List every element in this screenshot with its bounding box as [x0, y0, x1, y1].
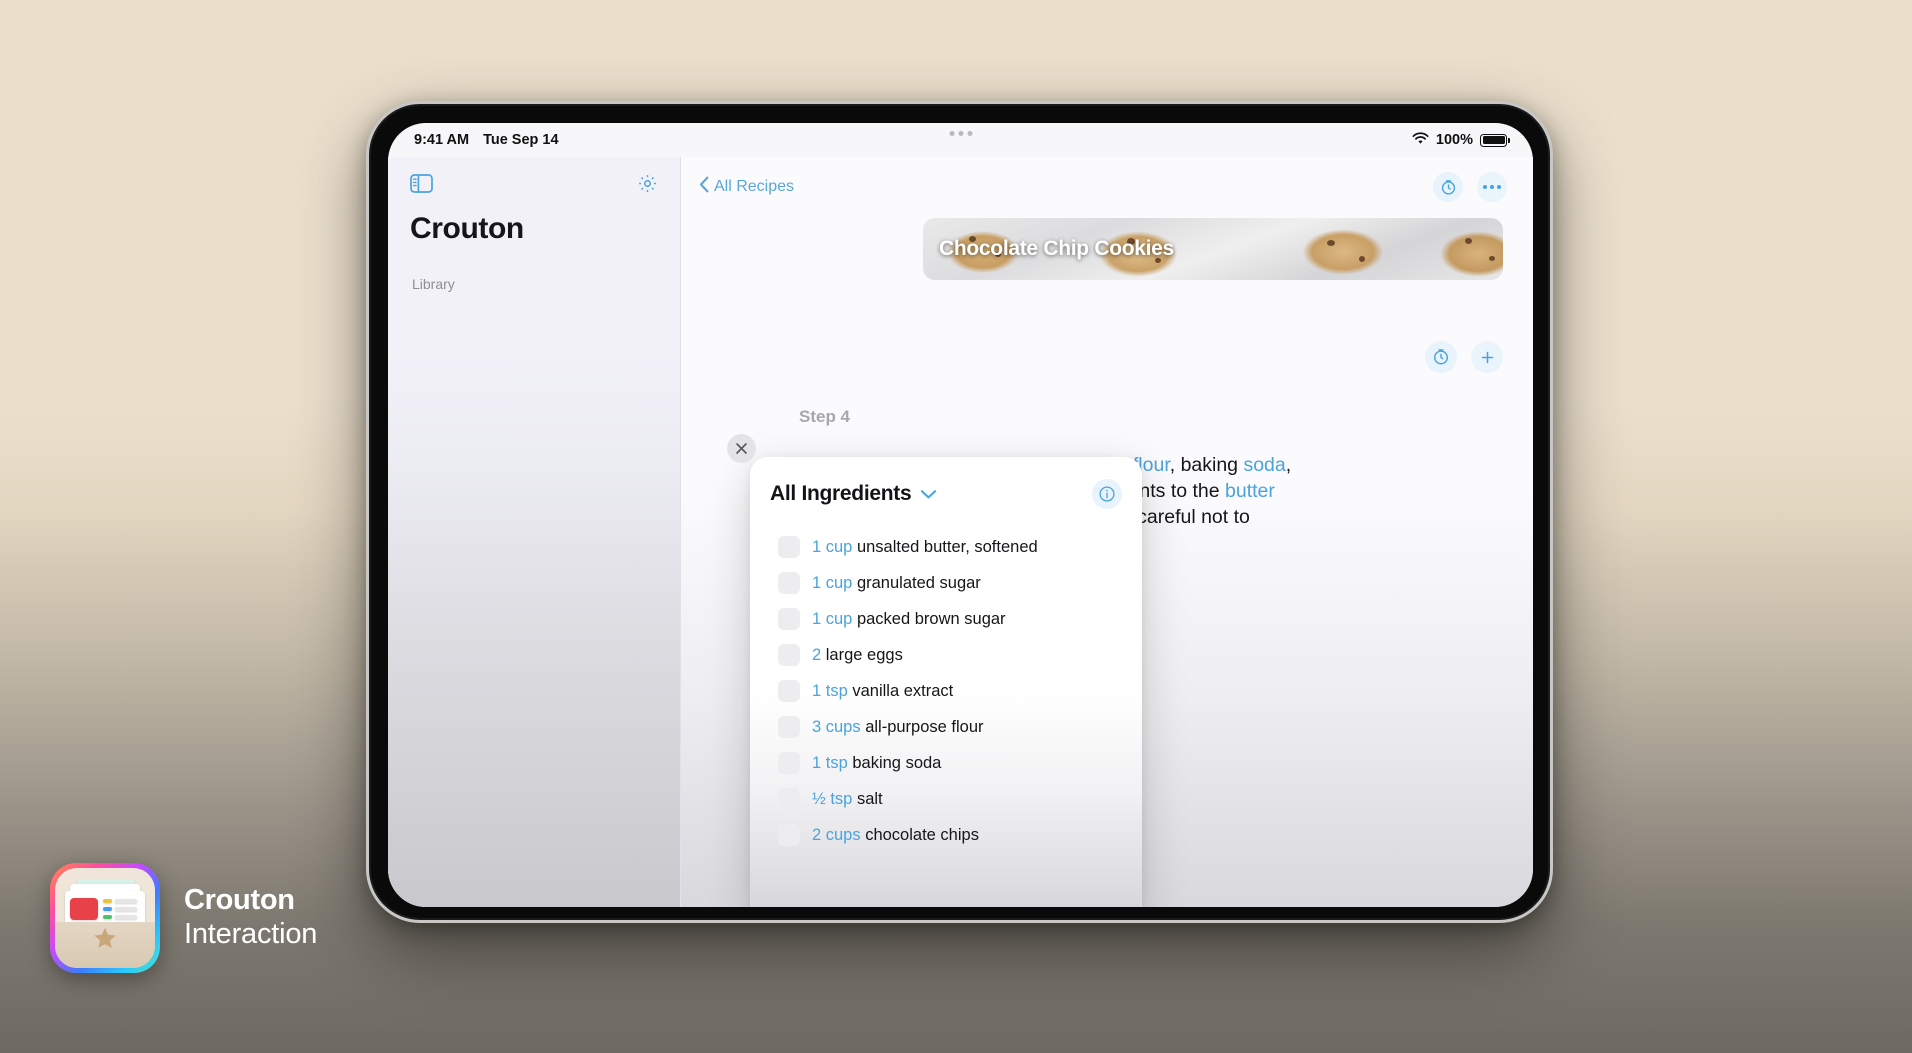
ingredient-label: 1 tsp baking soda — [812, 754, 941, 773]
ingredient-row[interactable]: 1 tsp vanilla extract — [770, 673, 1122, 709]
app-icon-inner — [55, 868, 155, 968]
ingredient-label: 2 large eggs — [812, 646, 903, 665]
sidebar-toolbar — [388, 157, 680, 194]
ingredient-label: ½ tsp salt — [812, 790, 883, 809]
step-ingredient-link[interactable]: soda — [1243, 454, 1285, 476]
ingredient-quantity: 1 cup — [812, 537, 857, 556]
sidebar: Crouton Library — [388, 157, 681, 907]
status-bar-right: 100% — [1412, 131, 1510, 149]
ingredients-title: All Ingredients — [770, 482, 912, 505]
ingredient-quantity: 1 cup — [812, 609, 857, 628]
info-icon[interactable] — [1092, 479, 1122, 509]
ingredient-label: 1 cup packed brown sugar — [812, 610, 1006, 629]
ipad-device: 9:41 AM Tue Sep 14 100% Crouton Library … — [366, 101, 1553, 923]
ingredient-row[interactable]: 1 cup packed brown sugar — [770, 601, 1122, 637]
ingredient-name: granulated sugar — [856, 573, 981, 592]
ingredient-checkbox[interactable] — [778, 680, 800, 702]
sidebar-item-library[interactable]: Library — [400, 268, 668, 300]
ingredient-quantity: 1 cup — [812, 573, 857, 592]
status-bar-left: 9:41 AM Tue Sep 14 — [414, 132, 559, 148]
ingredient-quantity: 1 tsp — [812, 681, 853, 700]
ingredient-label: 3 cups all-purpose flour — [812, 718, 984, 737]
wifi-icon — [1412, 131, 1429, 149]
brand-name: Crouton — [184, 884, 295, 917]
status-date: Tue Sep 14 — [483, 132, 559, 148]
ingredient-checkbox[interactable] — [778, 716, 800, 738]
status-time: 9:41 AM — [414, 132, 470, 148]
ingredient-name: salt — [856, 789, 883, 808]
branding-text: Crouton Interaction — [184, 884, 317, 951]
close-icon[interactable] — [727, 434, 756, 463]
ingredient-quantity: ½ tsp — [812, 789, 857, 808]
ingredients-panel: All Ingredients 1 cup unsalted butter, s… — [727, 434, 1142, 907]
status-bar: 9:41 AM Tue Sep 14 100% — [388, 123, 1533, 157]
detail-toolbar: All Recipes — [681, 157, 1533, 202]
ingredient-row[interactable]: ½ tsp salt — [770, 781, 1122, 817]
ingredient-quantity: 2 — [812, 645, 826, 664]
star-icon — [92, 925, 118, 956]
ingredient-checkbox[interactable] — [778, 572, 800, 594]
multitask-dots-icon[interactable] — [949, 131, 972, 136]
ingredient-quantity: 2 cups — [812, 825, 866, 844]
ingredient-row[interactable]: 2 large eggs — [770, 637, 1122, 673]
step-text-run: , baking — [1169, 454, 1244, 476]
ingredient-label: 2 cups chocolate chips — [812, 826, 979, 845]
back-label: All Recipes — [714, 178, 795, 195]
detail-toolbar-actions — [1433, 172, 1507, 202]
page-title: Crouton — [410, 212, 524, 245]
ingredient-row[interactable]: 1 cup unsalted butter, softened — [770, 529, 1122, 565]
crouton-app-icon — [50, 863, 160, 973]
sidebar-fade — [388, 317, 680, 907]
ingredient-checkbox[interactable] — [778, 644, 800, 666]
ingredient-checkbox[interactable] — [778, 752, 800, 774]
ingredient-row[interactable]: 3 cups all-purpose flour — [770, 709, 1122, 745]
ingredient-name: baking soda — [852, 753, 942, 772]
ingredient-quantity: 3 cups — [812, 717, 866, 736]
chevron-left-icon — [699, 176, 709, 198]
ingredient-name: packed brown sugar — [856, 609, 1006, 628]
ingredient-row[interactable]: 1 cup granulated sugar — [770, 565, 1122, 601]
timer-icon[interactable] — [1425, 341, 1457, 373]
recipe-hero-image[interactable]: Chocolate Chip Cookies — [923, 218, 1503, 280]
brand-subtitle: Interaction — [184, 917, 318, 950]
recipe-action-row — [1425, 341, 1503, 373]
ingredient-name: large eggs — [825, 645, 903, 664]
plus-icon[interactable] — [1471, 341, 1503, 373]
ipad-screen: 9:41 AM Tue Sep 14 100% Crouton Library … — [388, 123, 1533, 907]
battery-percent: 100% — [1435, 132, 1473, 148]
battery-icon — [1480, 133, 1510, 147]
ingredients-list: 1 cup unsalted butter, softened 1 cup gra… — [770, 529, 1122, 853]
ingredient-label: 1 cup granulated sugar — [812, 574, 981, 593]
ingredient-row[interactable]: 1 tsp baking soda — [770, 745, 1122, 781]
sidebar-toggle-icon[interactable] — [410, 174, 433, 193]
ingredients-header: All Ingredients — [770, 479, 1122, 509]
ingredient-name: unsalted butter, softened — [856, 537, 1038, 556]
ingredient-quantity: 1 tsp — [812, 753, 853, 772]
ingredient-name: all-purpose flour — [865, 717, 984, 736]
ellipsis-icon[interactable] — [1477, 172, 1507, 202]
ingredient-name: chocolate chips — [865, 825, 979, 844]
timer-icon[interactable] — [1433, 172, 1463, 202]
ingredient-name: vanilla extract — [852, 681, 954, 700]
branding: Crouton Interaction — [50, 863, 317, 973]
ingredient-checkbox[interactable] — [778, 608, 800, 630]
back-to-all-recipes-button[interactable]: All Recipes — [699, 176, 794, 198]
step-ingredient-link[interactable]: butter — [1225, 480, 1275, 502]
ingredient-checkbox[interactable] — [778, 824, 800, 846]
gear-icon[interactable] — [637, 173, 658, 194]
ingredient-label: 1 tsp vanilla extract — [812, 682, 953, 701]
ingredient-checkbox[interactable] — [778, 536, 800, 558]
ingredient-label: 1 cup unsalted butter, softened — [812, 538, 1038, 557]
step-label: Step 4 — [799, 407, 851, 426]
ingredient-row[interactable]: 2 cups chocolate chips — [770, 817, 1122, 853]
recipe-title: Chocolate Chip Cookies — [939, 237, 1174, 260]
ingredient-checkbox[interactable] — [778, 788, 800, 810]
chevron-down-icon[interactable] — [920, 489, 937, 500]
sidebar-item-label: Library — [412, 276, 455, 292]
